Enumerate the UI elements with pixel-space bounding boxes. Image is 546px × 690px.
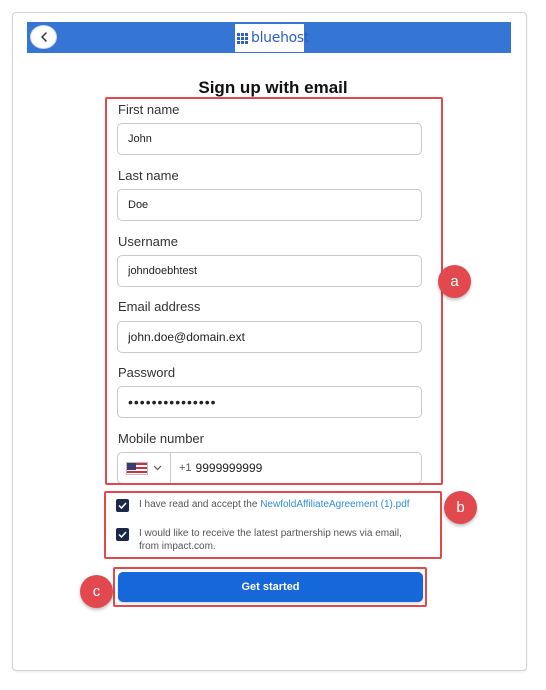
annotation-marker-b: b: [444, 491, 477, 524]
grid-logo-icon: [237, 32, 248, 44]
page-title: Sign up with email: [198, 78, 348, 97]
logo-text: bluehost: [251, 30, 310, 46]
annotation-box-c: [113, 567, 427, 607]
annotation-box-a: [105, 97, 443, 485]
chevron-left-icon: [40, 32, 47, 42]
annotation-marker-a: a: [438, 265, 471, 298]
bluehost-logo: bluehost: [235, 24, 309, 52]
back-button[interactable]: [30, 25, 57, 49]
annotation-box-b: [104, 491, 442, 559]
annotation-marker-c: c: [80, 575, 113, 608]
